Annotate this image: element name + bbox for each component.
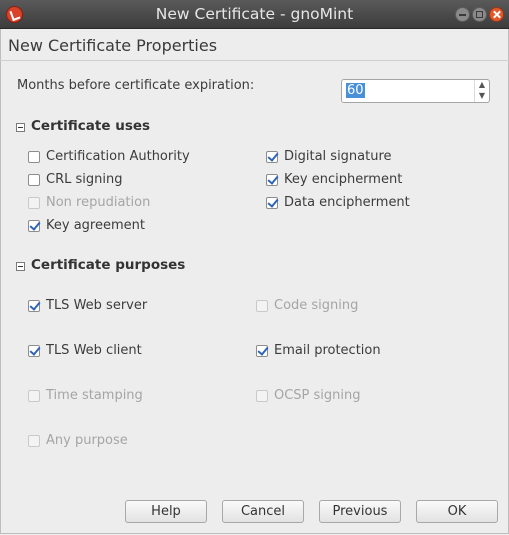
checkbox-label: CRL signing — [46, 172, 123, 187]
dialog-body — [0, 29, 509, 534]
page-title: New Certificate Properties — [8, 36, 218, 55]
checkmark-icon[interactable] — [266, 174, 278, 186]
checkbox-icon — [28, 197, 40, 209]
purposes-collapse-icon[interactable] — [16, 262, 25, 271]
checkbox-icon — [28, 390, 40, 402]
checkbox-icon — [256, 300, 268, 312]
previous-button[interactable]: Previous — [319, 500, 401, 523]
minimize-icon[interactable] — [455, 7, 470, 22]
checkbox-label: Data encipherment — [284, 195, 410, 210]
checkbox-label: Code signing — [274, 298, 359, 313]
help-button[interactable]: Help — [125, 500, 207, 523]
checkbox-label: Any purpose — [46, 433, 128, 448]
checkbox-label: Email protection — [274, 343, 381, 358]
checkbox-label: TLS Web server — [46, 298, 148, 313]
checkbox-icon[interactable] — [28, 151, 40, 163]
spin-up-icon[interactable]: ▲ — [477, 80, 487, 90]
checkmark-icon[interactable] — [28, 345, 40, 357]
uses-section-title: Certificate uses — [31, 118, 151, 134]
window-title: New Certificate - gnoMint — [155, 5, 354, 23]
checkbox-label: Time stamping — [46, 388, 143, 403]
checkbox-label: Certification Authority — [46, 149, 190, 164]
checkbox-icon — [256, 390, 268, 402]
divider — [0, 60, 509, 61]
maximize-icon[interactable] — [472, 7, 487, 22]
checkmark-icon[interactable] — [256, 345, 268, 357]
close-icon[interactable] — [489, 7, 504, 22]
checkbox-icon[interactable] — [28, 174, 40, 186]
ok-button[interactable]: OK — [416, 500, 498, 523]
title-bar: New Certificate - gnoMint — [0, 0, 509, 29]
spin-down-icon[interactable]: ▼ — [477, 91, 487, 101]
checkbox-label: Digital signature — [284, 149, 392, 164]
checkbox-icon — [28, 435, 40, 447]
purposes-section-title: Certificate purposes — [31, 257, 186, 273]
expiration-months-value[interactable]: 60 — [346, 83, 365, 98]
expiration-months-spinner[interactable]: 60 ▲ ▼ — [341, 79, 490, 103]
uses-collapse-icon[interactable] — [16, 123, 25, 132]
cancel-button[interactable]: Cancel — [222, 500, 304, 523]
checkbox-label: TLS Web client — [46, 343, 142, 358]
checkmark-icon[interactable] — [266, 197, 278, 209]
checkbox-label: Key encipherment — [284, 172, 403, 187]
checkmark-icon[interactable] — [28, 220, 40, 232]
checkmark-icon[interactable] — [28, 300, 40, 312]
expiration-label: Months before certificate expiration: — [17, 78, 255, 93]
checkmark-icon[interactable] — [266, 151, 278, 163]
checkbox-label: Non repudiation — [46, 195, 151, 210]
checkbox-label: OCSP signing — [274, 388, 361, 403]
checkbox-label: Key agreement — [46, 218, 145, 233]
